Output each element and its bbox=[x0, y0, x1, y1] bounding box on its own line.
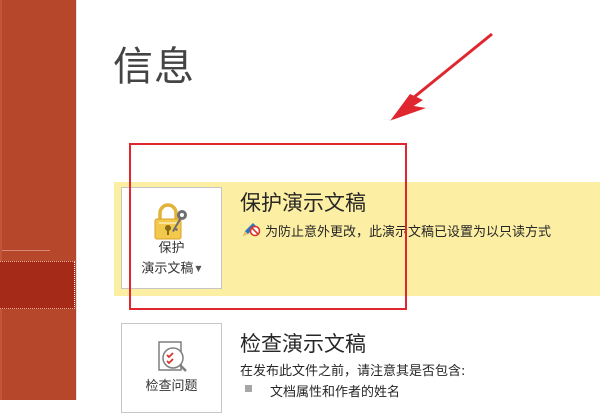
annotation-arrow-icon bbox=[390, 32, 493, 121]
page-title: 信息 bbox=[113, 44, 195, 90]
backstage-sidebar bbox=[0, 0, 76, 400]
annotation-highlight-box bbox=[129, 143, 407, 310]
sidebar-divider bbox=[2, 250, 50, 251]
inspect-item: 文档属性和作者的姓名 bbox=[270, 385, 401, 400]
sidebar-border bbox=[76, 0, 77, 400]
inspect-description: 在发布此文件之前，请注意其是否包含: bbox=[240, 364, 466, 379]
inspect-heading: 检查演示文稿 bbox=[240, 332, 366, 356]
sidebar-edge bbox=[0, 0, 2, 400]
document-check-icon bbox=[158, 341, 187, 372]
check-issues-label: 检查问题 bbox=[145, 379, 198, 394]
sidebar-item-info-selected[interactable] bbox=[0, 261, 75, 309]
bullet-icon bbox=[245, 385, 252, 392]
